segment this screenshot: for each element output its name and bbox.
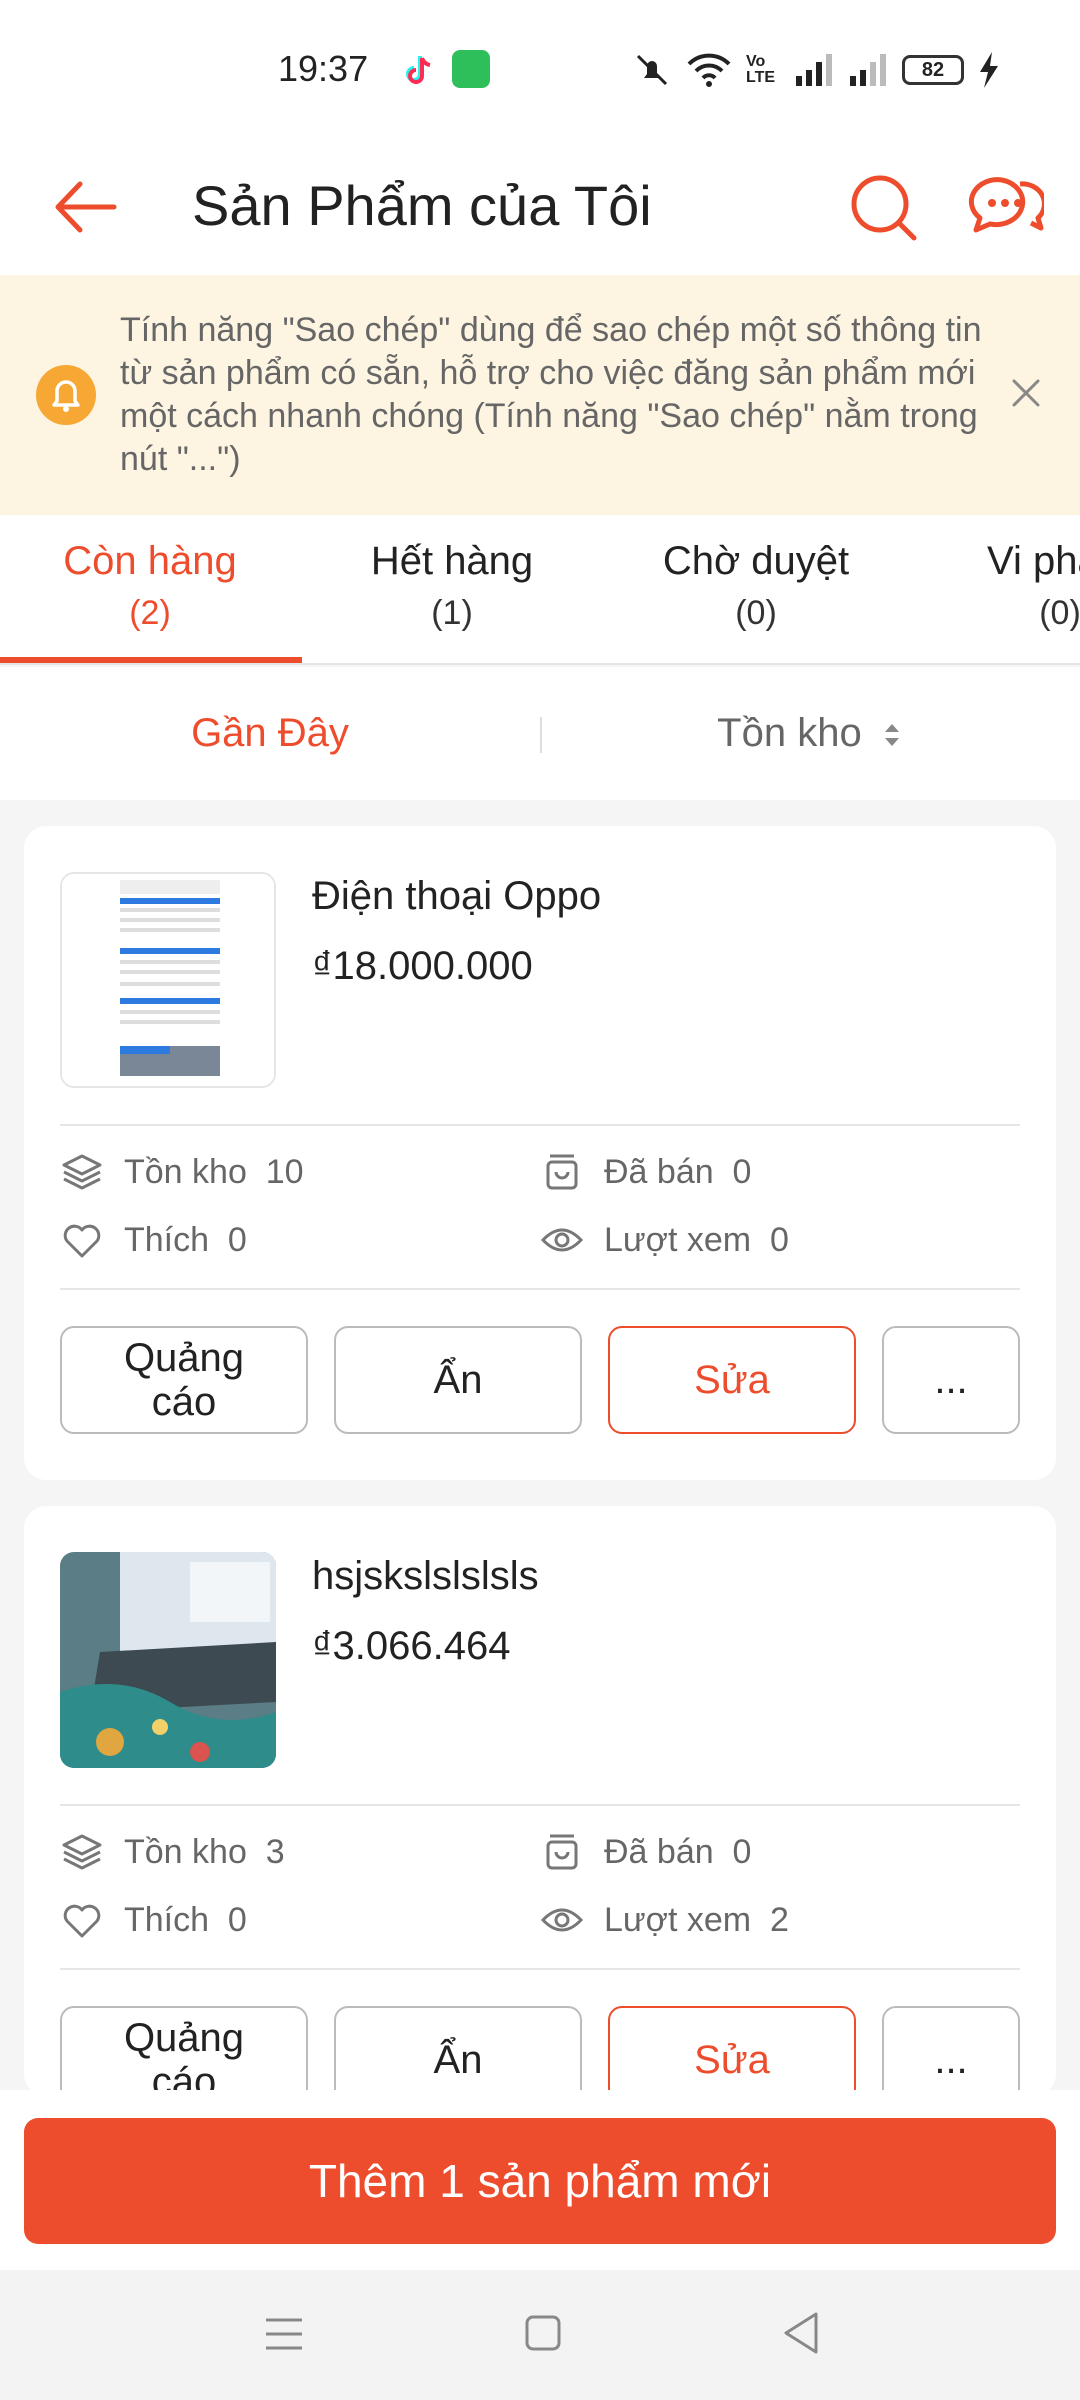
bell-icon (36, 365, 96, 425)
stock-stat: Tồn kho 10 (60, 1150, 304, 1194)
app-bar: Sản Phẩm của Tôi (0, 140, 1080, 275)
battery-indicator: 82 (902, 55, 964, 85)
volte-indicator: Vo LTE (746, 53, 776, 86)
wifi-icon (687, 53, 731, 87)
sold-text: Đã bán 0 (604, 1832, 752, 1871)
signal-icon (796, 54, 832, 86)
product-thumbnail[interactable] (60, 872, 276, 1088)
screenshot-thumbnail-image (62, 874, 274, 1086)
sold-box-icon (546, 1834, 578, 1870)
ads-button[interactable]: Quảng cáo (60, 2006, 308, 2096)
info-banner: Tính năng "Sao chép" dùng để sao chép mộ… (0, 275, 1080, 515)
charging-icon (980, 52, 998, 88)
tab-pending[interactable]: Chờ duyệt (0) (606, 539, 906, 633)
system-nav-bar (0, 2270, 1080, 2400)
tab-label: Vi phạm (986, 539, 1080, 583)
sold-stat: Đã bán 0 (540, 1830, 751, 1874)
tab-count: (2) (129, 594, 171, 632)
layers-icon (62, 1154, 102, 1190)
eye-icon (540, 1908, 584, 1932)
stock-text: Tồn kho 3 (124, 1832, 285, 1871)
heart-icon (63, 1224, 101, 1258)
views-stat: Lượt xem 2 (540, 1898, 789, 1942)
bottom-action-bar: Thêm 1 sản phẩm mới (0, 2090, 1080, 2270)
hide-button[interactable]: Ẩn (334, 2006, 582, 2096)
active-tab-indicator (0, 657, 302, 663)
views-text: Lượt xem 2 (604, 1900, 789, 1939)
heart-icon (63, 1904, 101, 1938)
ads-button[interactable]: Quảng cáo (60, 1326, 308, 1434)
tab-count: (1) (431, 594, 473, 632)
likes-stat: Thích 0 (60, 1218, 247, 1262)
tab-violation[interactable]: Vi phạm (0) (910, 539, 1080, 633)
chat-icon[interactable] (968, 166, 1044, 246)
store-app-icon (452, 50, 490, 88)
back-triangle-icon[interactable] (780, 2310, 822, 2356)
tab-count: (0) (1039, 594, 1080, 632)
sold-stat: Đã bán 0 (540, 1150, 751, 1194)
sort-arrows-icon (884, 724, 899, 747)
mute-icon (636, 54, 668, 86)
views-text: Lượt xem 0 (604, 1220, 789, 1259)
layers-icon (62, 1834, 102, 1870)
edit-button[interactable]: Sửa (608, 2006, 856, 2096)
divider (60, 1124, 1020, 1126)
sort-recent-button[interactable]: Gần Đây (0, 711, 540, 756)
status-icons: Vo LTE 82 (632, 48, 1000, 92)
product-card[interactable]: Điện thoại Oppo ₫18.000.000 Tồn kho 10 Đ… (24, 826, 1056, 1480)
likes-text: Thích 0 (124, 1220, 247, 1259)
hide-button[interactable]: Ẩn (334, 1326, 582, 1434)
divider (60, 1804, 1020, 1806)
eye-icon (540, 1228, 584, 1252)
sold-box-icon (546, 1154, 578, 1190)
add-product-button[interactable]: Thêm 1 sản phẩm mới (24, 2118, 1056, 2244)
divider (60, 1288, 1020, 1290)
tab-label: Còn hàng (63, 539, 237, 583)
more-button[interactable]: ... (882, 2006, 1020, 2096)
home-square-icon[interactable] (524, 2314, 562, 2352)
product-thumbnail[interactable] (60, 1552, 276, 1768)
status-bar: 19:37 Vo LTE 82 (0, 0, 1080, 140)
sort-stock-label: Tồn kho (717, 711, 862, 755)
tab-out-of-stock[interactable]: Hết hàng (1) (302, 539, 602, 633)
ads-button-label: Quảng cáo (123, 1336, 245, 1424)
menu-icon[interactable] (262, 2314, 306, 2354)
sold-text: Đã bán 0 (604, 1152, 752, 1191)
status-time: 19:37 (278, 48, 369, 89)
product-card[interactable]: hsjskslslslsls ₫3.066.464 Tồn kho 3 Đã b… (24, 1506, 1056, 2096)
product-price: ₫3.066.464 (312, 1624, 511, 1668)
sort-stock-button[interactable]: Tồn kho (540, 711, 1080, 756)
tab-in-stock[interactable]: Còn hàng (2) (0, 539, 300, 633)
more-button[interactable]: ... (882, 1326, 1020, 1434)
divider (60, 1968, 1020, 1970)
product-price: ₫18.000.000 (312, 944, 533, 988)
status-tabs: Còn hàng (2) Hết hàng (1) Chờ duyệt (0) … (0, 515, 1080, 665)
back-arrow-icon[interactable] (48, 170, 122, 244)
banner-text: Tính năng "Sao chép" dùng để sao chép mộ… (120, 311, 982, 478)
edit-button[interactable]: Sửa (608, 1326, 856, 1434)
stock-stat: Tồn kho 3 (60, 1830, 285, 1874)
tab-label: Chờ duyệt (662, 539, 850, 583)
search-icon[interactable] (848, 164, 920, 248)
tiktok-icon (406, 56, 431, 84)
product-name: Điện thoại Oppo (312, 874, 602, 918)
tab-count: (0) (735, 594, 777, 632)
close-icon[interactable] (1008, 375, 1044, 411)
likes-text: Thích 0 (124, 1900, 247, 1939)
tab-label: Hết hàng (370, 539, 534, 583)
ads-button-label: Quảng cáo (123, 2016, 245, 2096)
sort-bar: Gần Đây Tồn kho (0, 667, 1080, 800)
page-title: Sản Phẩm của Tôi (192, 174, 652, 237)
views-stat: Lượt xem 0 (540, 1218, 789, 1262)
laptop-photo-image (60, 1552, 276, 1768)
likes-stat: Thích 0 (60, 1898, 247, 1942)
stock-text: Tồn kho 10 (124, 1152, 304, 1191)
product-name: hsjskslslslsls (312, 1554, 539, 1598)
signal-icon-2 (850, 54, 886, 86)
